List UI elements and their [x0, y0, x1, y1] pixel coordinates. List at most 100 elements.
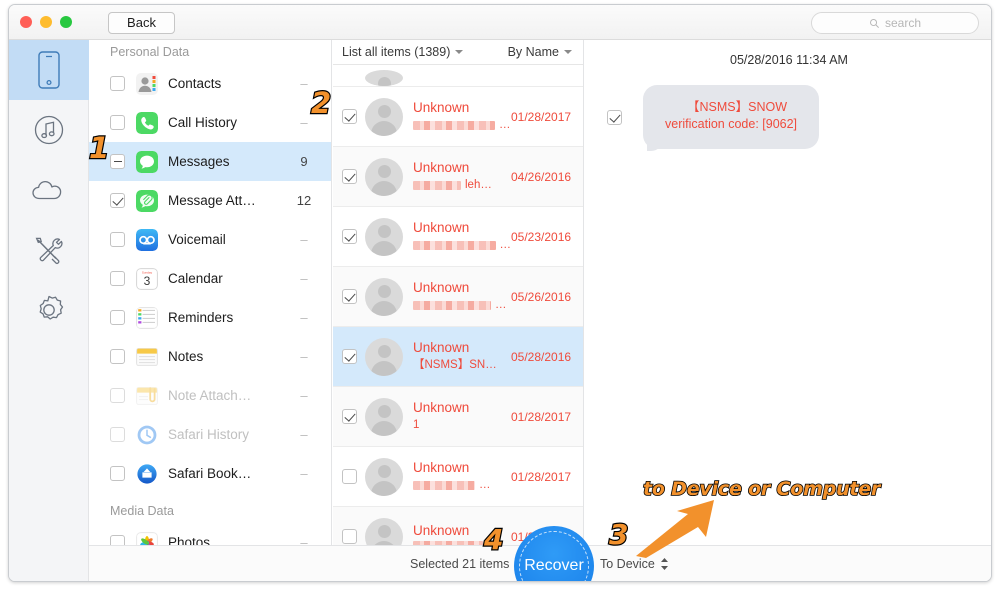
list-item-name: Unknown: [413, 280, 470, 295]
category-label: Message Att…: [168, 193, 256, 208]
close-button[interactable]: [20, 16, 32, 28]
category-label: Call History: [168, 115, 238, 130]
category-label: Contacts: [168, 76, 222, 91]
list-item-date: 05/23/2016: [511, 229, 572, 244]
list-item-checkbox[interactable]: [342, 469, 357, 484]
category-checkbox[interactable]: [110, 427, 125, 442]
list-item-date: 01/28/2017: [511, 409, 572, 424]
category-row-call-history[interactable]: Call History –: [89, 103, 331, 142]
avatar: [365, 397, 403, 436]
message-line-2: verification code: [9062]: [665, 117, 798, 131]
search-input[interactable]: search: [811, 12, 979, 34]
message-bubble-checkbox[interactable]: [607, 109, 622, 125]
category-row-reminders[interactable]: Reminders –: [89, 298, 331, 337]
list-item[interactable]: Unknown … 05/26/2016: [333, 267, 583, 327]
list-item-checkbox[interactable]: [342, 229, 357, 244]
list-item-checkbox[interactable]: [342, 289, 357, 304]
message-list: List all items (1389) By Name Unknown … …: [333, 40, 584, 545]
sort-dropdown[interactable]: By Name: [508, 45, 583, 59]
voicemail-icon: [136, 228, 158, 251]
category-row-photos[interactable]: Photos –: [89, 523, 331, 545]
filter-label: List all items (1389): [342, 45, 451, 59]
category-checkbox[interactable]: [110, 310, 125, 325]
category-checkbox[interactable]: [110, 115, 125, 130]
list-item[interactable]: Unknown 1 01/28/2017: [333, 387, 583, 447]
rail-item-toolkit[interactable]: [9, 220, 89, 280]
category-checkbox[interactable]: [110, 154, 125, 169]
avatar: [365, 457, 403, 496]
zoom-button[interactable]: [60, 16, 72, 28]
list-item-date: 05/28/2016: [511, 349, 572, 364]
annotation-badge-1: 1: [88, 131, 111, 165]
section-header-media: Media Data: [110, 504, 174, 518]
category-row-safari-bookmarks[interactable]: Safari Book… –: [89, 454, 331, 493]
list-item-checkbox[interactable]: [342, 409, 357, 424]
list-item-checkbox[interactable]: [342, 529, 357, 544]
category-row-message-attachments[interactable]: Message Att… 12: [89, 181, 331, 220]
category-checkbox[interactable]: [110, 388, 125, 403]
avatar: [365, 97, 403, 136]
category-row-messages[interactable]: Messages 9: [89, 142, 331, 181]
list-item[interactable]: Unknown … 01/28/2017: [333, 447, 583, 507]
chevron-down-icon: [564, 50, 572, 54]
rail-item-cloud[interactable]: [9, 160, 89, 220]
list-item-partial[interactable]: [333, 65, 583, 87]
filter-dropdown[interactable]: List all items (1389): [333, 45, 464, 59]
message-bubble[interactable]: 【NSMS】SNOW verification code: [9062]: [643, 85, 820, 149]
minimize-button[interactable]: [40, 16, 52, 28]
list-item-preview: …: [413, 478, 511, 493]
list-item-date: 05/26/2016: [511, 289, 572, 304]
category-row-contacts[interactable]: Contacts –: [89, 64, 331, 103]
list-item-checkbox[interactable]: [342, 349, 357, 364]
message-line-1: 【NSMS】SNOW: [687, 100, 788, 114]
svg-text:3: 3: [144, 274, 151, 288]
list-item-name: Unknown: [413, 220, 470, 235]
category-checkbox[interactable]: [110, 193, 125, 208]
messages-icon: [136, 150, 158, 173]
category-count: –: [300, 535, 308, 545]
category-label: Reminders: [168, 310, 234, 325]
search-icon: [870, 18, 879, 28]
category-row-calendar[interactable]: Sunday 3 Calendar –: [89, 259, 331, 298]
category-label: Safari Book…: [168, 466, 252, 481]
safari-bookmark-icon: [136, 463, 158, 485]
message-timestamp: 05/28/2016 11:34 AM: [730, 53, 848, 67]
category-checkbox[interactable]: [110, 76, 125, 91]
category-label: Notes: [168, 349, 204, 364]
category-count: –: [300, 427, 308, 442]
rail-item-device[interactable]: [9, 40, 89, 100]
list-item[interactable]: Unknown … 05/23/2016: [333, 207, 583, 267]
back-button[interactable]: Back: [108, 12, 175, 34]
list-item[interactable]: Unknown leh… 04/26/2016: [333, 147, 583, 207]
category-checkbox[interactable]: [110, 232, 125, 247]
category-checkbox[interactable]: [110, 535, 125, 545]
category-row-safari-history[interactable]: Safari History –: [89, 415, 331, 454]
search-placeholder: search: [884, 16, 922, 30]
category-checkbox[interactable]: [110, 349, 125, 364]
list-item-preview: 【NSMS】SN…: [413, 359, 497, 371]
category-row-voicemail[interactable]: Voicemail –: [89, 220, 331, 259]
list-item-checkbox[interactable]: [342, 109, 357, 124]
title-bar: Back search: [9, 5, 991, 40]
list-item-date: 01/28/2017: [511, 469, 572, 484]
category-label: Voicemail: [168, 232, 226, 247]
calendar-icon: Sunday 3: [136, 267, 158, 290]
avatar: [365, 517, 403, 545]
category-label: Safari History: [168, 427, 250, 442]
rail-item-settings[interactable]: [9, 280, 89, 340]
category-row-notes[interactable]: Notes –: [89, 337, 331, 376]
list-item-selected[interactable]: Unknown 【NSMS】SN… 05/28/2016: [333, 327, 583, 387]
list-item-preview: …: [413, 238, 511, 253]
cloud-icon: [32, 180, 62, 200]
rail-item-music[interactable]: [9, 100, 89, 160]
category-list: Personal Data Contacts – Call History – …: [89, 40, 332, 545]
category-count: 9: [300, 154, 308, 169]
category-checkbox[interactable]: [110, 271, 125, 286]
category-count: 12: [296, 193, 312, 208]
category-row-note-attachments[interactable]: Note Attach… –: [89, 376, 331, 415]
list-item-checkbox[interactable]: [342, 169, 357, 184]
category-checkbox[interactable]: [110, 466, 125, 481]
annotation-badge-3: 3: [608, 518, 630, 551]
list-item-preview: …: [413, 118, 511, 133]
list-item[interactable]: Unknown … 01/28/2017: [333, 87, 583, 147]
